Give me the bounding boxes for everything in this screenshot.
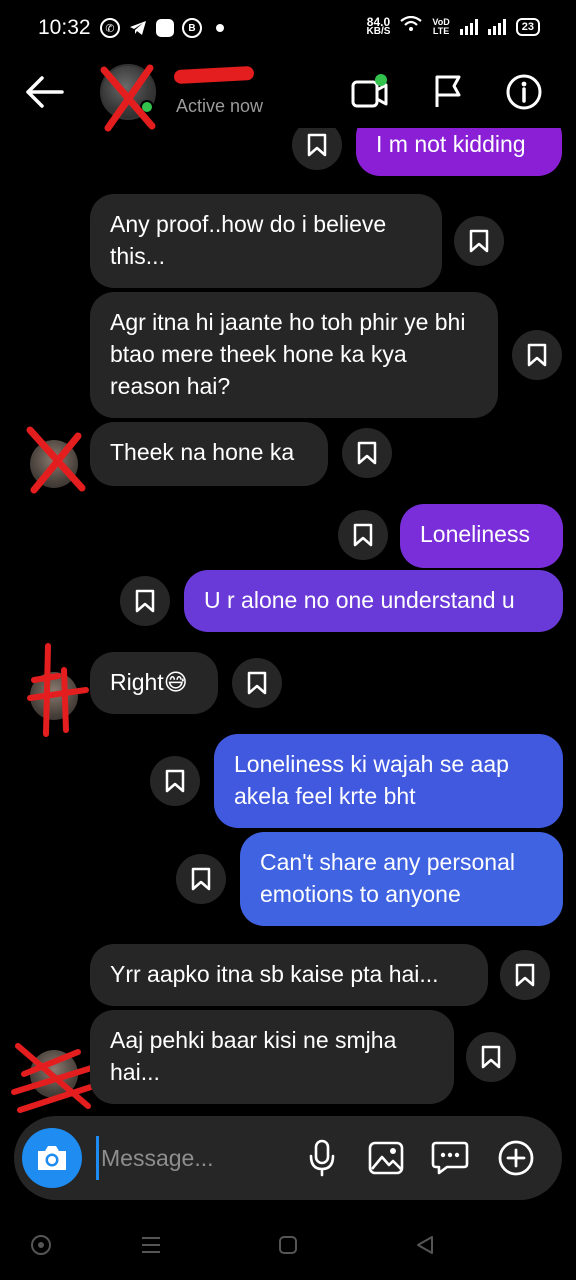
message-bubble-incoming[interactable]: Yrr aapko itna sb kaise pta hai... — [90, 944, 488, 1006]
back-triangle-icon — [417, 1236, 433, 1254]
video-call-button[interactable] — [348, 70, 392, 114]
microphone-icon — [309, 1139, 335, 1177]
home-nav-button[interactable] — [275, 1232, 301, 1258]
video-call-icon — [351, 74, 388, 108]
message-bubble-incoming[interactable]: Any proof..how do i believe this... — [90, 194, 442, 288]
bookmark-icon — [353, 523, 373, 547]
more-options-button[interactable] — [494, 1136, 538, 1180]
system-icons: 84.0 KB/S VoD LTE 23 — [366, 14, 540, 37]
save-message-button[interactable] — [512, 330, 562, 380]
bookmark-icon — [527, 343, 547, 367]
sticker-button[interactable] — [428, 1136, 472, 1180]
info-button[interactable] — [502, 70, 546, 114]
message-bubble-incoming[interactable]: Agr itna hi jaante ho toh phir ye bhi bt… — [90, 292, 498, 418]
telegram-icon — [128, 18, 148, 38]
message-bubble-outgoing[interactable]: Loneliness — [400, 504, 563, 568]
bookmark-icon — [515, 963, 535, 987]
plus-icon — [498, 1140, 534, 1176]
whatsapp-icon: ✆ — [100, 18, 120, 38]
message-input[interactable] — [96, 1136, 296, 1180]
active-status: Active now — [176, 96, 264, 116]
voice-message-button[interactable] — [300, 1136, 344, 1180]
battery-icon: 23 — [515, 17, 540, 36]
sender-avatar[interactable] — [30, 1050, 78, 1098]
bookmark-icon — [481, 1045, 501, 1069]
network-speed: 84.0 KB/S — [366, 14, 391, 37]
message-bubble-incoming[interactable]: Theek na hone ka — [90, 422, 328, 486]
assistant-icon — [31, 1235, 51, 1255]
bookmark-icon — [469, 229, 489, 253]
recents-nav-button[interactable] — [138, 1232, 164, 1258]
sender-avatar[interactable] — [30, 672, 78, 720]
save-message-button[interactable] — [120, 576, 170, 626]
contact-name-redacted — [173, 65, 255, 85]
volte-indicator: VoD LTE — [432, 16, 450, 36]
notification-icons: ✆ B — [100, 18, 224, 38]
save-message-button[interactable] — [232, 658, 282, 708]
message-bubble-outgoing[interactable]: U r alone no one understand u — [184, 570, 563, 632]
signal-icon-sim2 — [487, 18, 506, 35]
status-bar: 10:32 ✆ B 84.0 KB/S VoD LTE 23 — [0, 0, 576, 56]
sticker-icon — [431, 1141, 469, 1175]
save-message-button[interactable] — [176, 854, 226, 904]
gallery-icon — [368, 1141, 404, 1175]
save-message-button[interactable] — [466, 1032, 516, 1082]
message-bubble-outgoing[interactable]: Can't share any personal emotions to any… — [240, 832, 563, 926]
online-status-dot — [140, 100, 154, 114]
save-message-button[interactable] — [500, 950, 550, 1000]
back-arrow-icon — [26, 76, 64, 108]
report-button[interactable] — [426, 70, 470, 114]
camera-icon — [38, 1146, 66, 1170]
status-time: 10:32 — [38, 16, 91, 39]
menu-icon — [142, 1237, 160, 1253]
home-icon — [279, 1236, 297, 1254]
bookmark-icon — [165, 769, 185, 793]
message-bubble-incoming[interactable]: Right😅 — [90, 652, 218, 714]
message-composer — [14, 1116, 562, 1200]
signal-icon-sim1 — [459, 18, 478, 35]
sender-avatar[interactable] — [30, 440, 78, 488]
app-notification-icon — [156, 19, 174, 37]
wifi-icon — [400, 15, 423, 37]
message-bubble-outgoing[interactable]: Loneliness ki wajah se aap akela feel kr… — [214, 734, 563, 828]
bookmark-icon — [191, 867, 211, 891]
bookmark-icon — [135, 589, 155, 613]
save-message-button[interactable] — [292, 128, 342, 170]
system-navigation-bar — [0, 1210, 576, 1280]
message-bubble-incoming[interactable]: Aaj pehki baar kisi ne smjha hai... — [90, 1010, 454, 1104]
bookmark-icon — [247, 671, 267, 695]
save-message-button[interactable] — [338, 510, 388, 560]
assistant-nav-button[interactable] — [28, 1232, 54, 1258]
bookmark-icon — [307, 133, 327, 157]
gallery-button[interactable] — [364, 1136, 408, 1180]
save-message-button[interactable] — [150, 756, 200, 806]
info-icon — [506, 74, 542, 110]
back-button[interactable] — [22, 72, 66, 112]
camera-button[interactable] — [22, 1128, 82, 1188]
more-notifications-dot — [216, 24, 224, 32]
flag-icon — [435, 75, 461, 107]
message-bubble-outgoing[interactable]: I m not kidding — [356, 128, 562, 176]
back-nav-button[interactable] — [412, 1232, 438, 1258]
bookmark-icon — [357, 441, 377, 465]
message-list[interactable]: I m not kidding Any proof..how do i beli… — [0, 128, 576, 1116]
save-message-button[interactable] — [342, 428, 392, 478]
b-app-icon: B — [182, 18, 202, 38]
save-message-button[interactable] — [454, 216, 504, 266]
chat-header: Active now — [0, 56, 576, 132]
